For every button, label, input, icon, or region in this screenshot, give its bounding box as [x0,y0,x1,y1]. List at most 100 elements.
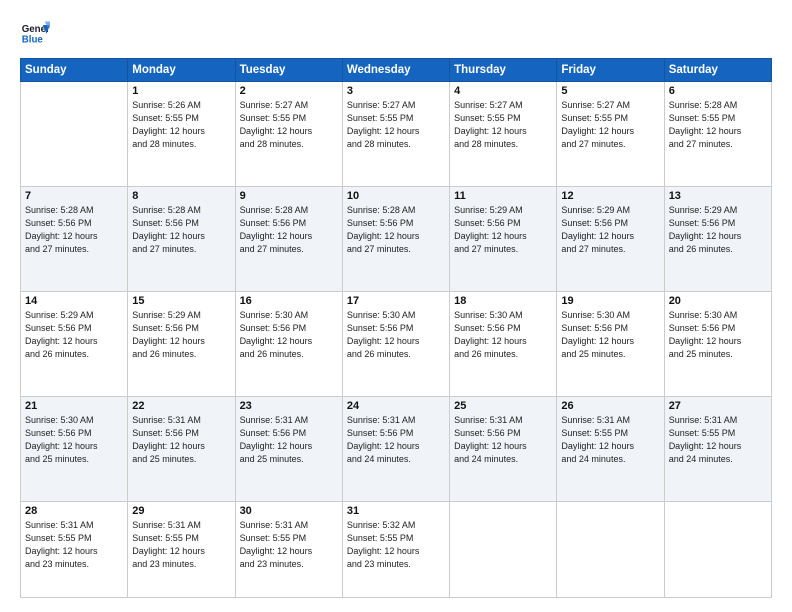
calendar-cell: 8 Sunrise: 5:28 AM Sunset: 5:56 PM Daylig… [128,186,235,291]
calendar-cell [450,501,557,597]
cell-info: Sunrise: 5:27 AM Sunset: 5:55 PM Dayligh… [454,99,552,151]
day-number: 17 [347,295,445,307]
calendar-cell: 19Sunrise: 5:30 AM Sunset: 5:56 PM Dayli… [557,291,664,396]
svg-text:Blue: Blue [22,35,44,46]
day-number: 4 [454,85,552,97]
cell-info: Sunrise: 5:31 AM Sunset: 5:56 PM Dayligh… [132,414,230,466]
day-number: 28 [25,505,123,517]
calendar-week-row: 28 Sunrise: 5:31 AM Sunset: 5:55 PM Dayli… [21,501,772,597]
logo-icon: General Blue [20,18,50,48]
day-number: 22 [132,400,230,412]
cell-info: Sunrise: 5:31 AM Sunset: 5:55 PM Dayligh… [25,519,123,571]
calendar-cell: 4 Sunrise: 5:27 AM Sunset: 5:55 PM Daylig… [450,82,557,187]
calendar-cell [21,82,128,187]
day-number: 5 [561,85,659,97]
day-header-thursday: Thursday [450,59,557,82]
calendar-cell: 18 Sunrise: 5:30 AM Sunset: 5:56 PM Dayli… [450,291,557,396]
cell-info: Sunrise: 5:28 AM Sunset: 5:56 PM Dayligh… [132,204,230,256]
calendar-cell: 3Sunrise: 5:27 AM Sunset: 5:55 PM Daylig… [342,82,449,187]
day-number: 30 [240,505,338,517]
day-number: 26 [561,400,659,412]
calendar-cell: 10 Sunrise: 5:28 AM Sunset: 5:56 PM Dayli… [342,186,449,291]
day-number: 20 [669,295,767,307]
day-number: 9 [240,190,338,202]
cell-info: Sunrise: 5:28 AM Sunset: 5:56 PM Dayligh… [347,204,445,256]
calendar-cell: 17 Sunrise: 5:30 AM Sunset: 5:56 PM Dayli… [342,291,449,396]
day-number: 10 [347,190,445,202]
calendar-cell: 20 Sunrise: 5:30 AM Sunset: 5:56 PM Dayli… [664,291,771,396]
calendar-week-row: 14 Sunrise: 5:29 AM Sunset: 5:56 PM Dayli… [21,291,772,396]
day-number: 13 [669,190,767,202]
cell-info: Sunrise: 5:32 AM Sunset: 5:55 PM Dayligh… [347,519,445,571]
cell-info: Sunrise: 5:30 AM Sunset: 5:56 PM Dayligh… [25,414,123,466]
day-number: 6 [669,85,767,97]
day-number: 14 [25,295,123,307]
day-number: 16 [240,295,338,307]
calendar-cell: 26 Sunrise: 5:31 AM Sunset: 5:55 PM Dayli… [557,396,664,501]
calendar-cell: 15Sunrise: 5:29 AM Sunset: 5:56 PM Dayli… [128,291,235,396]
day-number: 31 [347,505,445,517]
calendar-cell [664,501,771,597]
day-number: 29 [132,505,230,517]
calendar-week-row: 21Sunrise: 5:30 AM Sunset: 5:56 PM Dayli… [21,396,772,501]
calendar-header-row: SundayMondayTuesdayWednesdayThursdayFrid… [21,59,772,82]
calendar-cell: 25 Sunrise: 5:31 AM Sunset: 5:56 PM Dayli… [450,396,557,501]
day-number: 27 [669,400,767,412]
cell-info: Sunrise: 5:30 AM Sunset: 5:56 PM Dayligh… [561,309,659,361]
calendar-cell: 6 Sunrise: 5:28 AM Sunset: 5:55 PM Daylig… [664,82,771,187]
calendar-cell: 30Sunrise: 5:31 AM Sunset: 5:55 PM Dayli… [235,501,342,597]
calendar-cell: 23Sunrise: 5:31 AM Sunset: 5:56 PM Dayli… [235,396,342,501]
calendar-week-row: 7 Sunrise: 5:28 AM Sunset: 5:56 PM Daylig… [21,186,772,291]
calendar-cell: 1 Sunrise: 5:26 AM Sunset: 5:55 PM Daylig… [128,82,235,187]
day-number: 25 [454,400,552,412]
day-header-sunday: Sunday [21,59,128,82]
day-number: 1 [132,85,230,97]
calendar-table: SundayMondayTuesdayWednesdayThursdayFrid… [20,58,772,598]
cell-info: Sunrise: 5:31 AM Sunset: 5:55 PM Dayligh… [561,414,659,466]
calendar-cell: 2 Sunrise: 5:27 AM Sunset: 5:55 PM Daylig… [235,82,342,187]
day-header-tuesday: Tuesday [235,59,342,82]
cell-info: Sunrise: 5:27 AM Sunset: 5:55 PM Dayligh… [561,99,659,151]
cell-info: Sunrise: 5:29 AM Sunset: 5:56 PM Dayligh… [454,204,552,256]
calendar-cell: 21Sunrise: 5:30 AM Sunset: 5:56 PM Dayli… [21,396,128,501]
day-header-wednesday: Wednesday [342,59,449,82]
cell-info: Sunrise: 5:30 AM Sunset: 5:56 PM Dayligh… [454,309,552,361]
logo: General Blue [20,18,50,48]
cell-info: Sunrise: 5:29 AM Sunset: 5:56 PM Dayligh… [669,204,767,256]
cell-info: Sunrise: 5:30 AM Sunset: 5:56 PM Dayligh… [347,309,445,361]
day-number: 8 [132,190,230,202]
calendar-cell: 7 Sunrise: 5:28 AM Sunset: 5:56 PM Daylig… [21,186,128,291]
cell-info: Sunrise: 5:31 AM Sunset: 5:55 PM Dayligh… [669,414,767,466]
calendar-cell: 28 Sunrise: 5:31 AM Sunset: 5:55 PM Dayli… [21,501,128,597]
page: General Blue SundayMondayTuesdayWednesda… [0,0,792,612]
cell-info: Sunrise: 5:31 AM Sunset: 5:56 PM Dayligh… [347,414,445,466]
cell-info: Sunrise: 5:28 AM Sunset: 5:55 PM Dayligh… [669,99,767,151]
calendar-cell: 24 Sunrise: 5:31 AM Sunset: 5:56 PM Dayli… [342,396,449,501]
cell-info: Sunrise: 5:30 AM Sunset: 5:56 PM Dayligh… [669,309,767,361]
day-number: 11 [454,190,552,202]
calendar-cell [557,501,664,597]
cell-info: Sunrise: 5:31 AM Sunset: 5:56 PM Dayligh… [454,414,552,466]
cell-info: Sunrise: 5:27 AM Sunset: 5:55 PM Dayligh… [240,99,338,151]
day-number: 23 [240,400,338,412]
calendar-cell: 31 Sunrise: 5:32 AM Sunset: 5:55 PM Dayli… [342,501,449,597]
calendar-cell: 13 Sunrise: 5:29 AM Sunset: 5:56 PM Dayli… [664,186,771,291]
cell-info: Sunrise: 5:29 AM Sunset: 5:56 PM Dayligh… [132,309,230,361]
cell-info: Sunrise: 5:26 AM Sunset: 5:55 PM Dayligh… [132,99,230,151]
day-number: 7 [25,190,123,202]
day-number: 18 [454,295,552,307]
day-header-monday: Monday [128,59,235,82]
day-number: 24 [347,400,445,412]
day-number: 3 [347,85,445,97]
day-number: 2 [240,85,338,97]
calendar-week-row: 1 Sunrise: 5:26 AM Sunset: 5:55 PM Daylig… [21,82,772,187]
cell-info: Sunrise: 5:30 AM Sunset: 5:56 PM Dayligh… [240,309,338,361]
cell-info: Sunrise: 5:29 AM Sunset: 5:56 PM Dayligh… [561,204,659,256]
day-header-saturday: Saturday [664,59,771,82]
calendar-cell: 22 Sunrise: 5:31 AM Sunset: 5:56 PM Dayli… [128,396,235,501]
header: General Blue [20,18,772,48]
calendar-cell: 16 Sunrise: 5:30 AM Sunset: 5:56 PM Dayli… [235,291,342,396]
cell-info: Sunrise: 5:28 AM Sunset: 5:56 PM Dayligh… [25,204,123,256]
day-header-friday: Friday [557,59,664,82]
cell-info: Sunrise: 5:29 AM Sunset: 5:56 PM Dayligh… [25,309,123,361]
